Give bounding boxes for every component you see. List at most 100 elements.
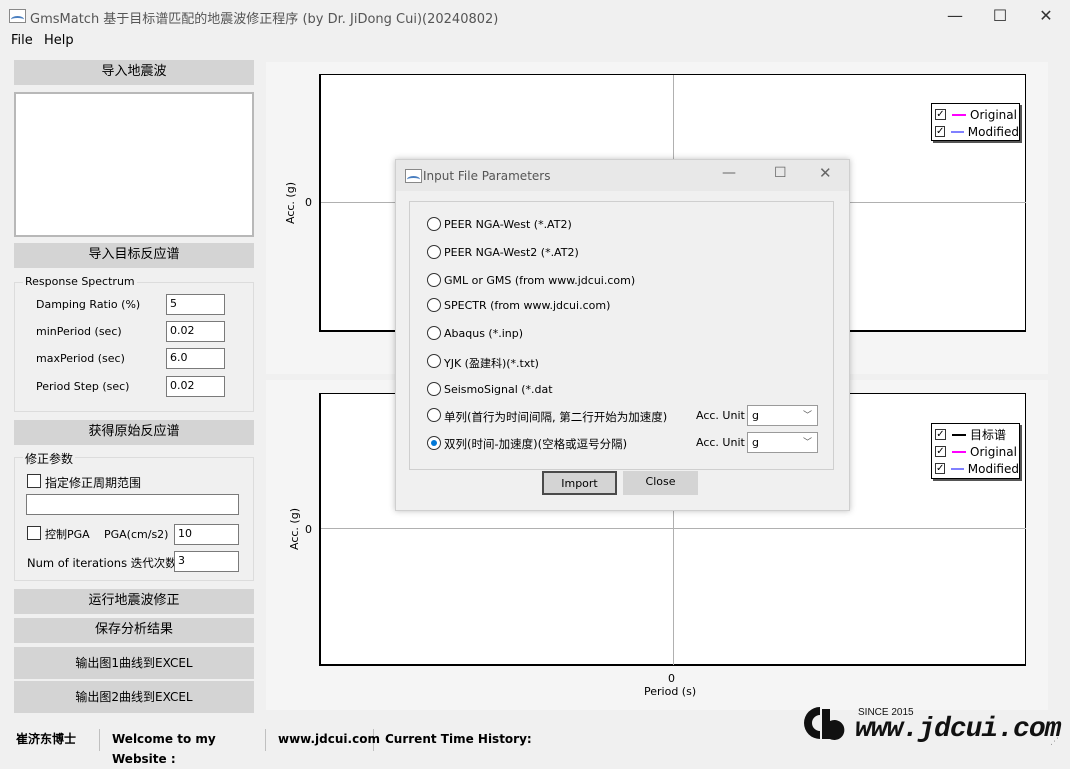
legend-checkbox[interactable]: ✓ — [935, 109, 946, 120]
period-step-label: Period Step (sec) — [36, 380, 130, 393]
acc-unit-value-2: g — [752, 436, 759, 449]
close-dialog-button[interactable]: Close — [623, 471, 698, 495]
minimize-button[interactable]: — — [932, 0, 978, 32]
chart2-ytick: 0 — [305, 523, 312, 536]
option-label: SPECTR (from www.jdcui.com) — [444, 299, 611, 312]
watermark-site: www.jdcui.com — [855, 714, 1061, 745]
legend-swatch — [952, 113, 966, 116]
close-button[interactable]: ✕ — [1023, 0, 1069, 32]
legend-item-target[interactable]: ✓ 目标谱 — [932, 426, 1019, 443]
option-label: 单列(首行为时间间隔, 第二行开始为加速度) — [444, 410, 668, 424]
min-period-label: minPeriod (sec) — [36, 325, 122, 338]
get-original-spectrum-button[interactable]: 获得原始反应谱 — [14, 420, 254, 445]
control-pga-label: 控制PGA — [45, 528, 90, 541]
radio-spectr[interactable] — [427, 298, 441, 312]
window-title: GmsMatch 基于目标谱匹配的地震波修正程序 (by Dr. JiDong … — [30, 12, 499, 27]
dialog-close-icon[interactable]: ✕ — [819, 164, 832, 182]
pga-input[interactable]: 10 — [174, 524, 239, 545]
legend-label: Modified — [967, 124, 1019, 139]
legend-item-original[interactable]: ✓ Original — [932, 443, 1019, 460]
dialog-maximize-button[interactable]: ☐ — [774, 165, 787, 181]
export-chart2-button[interactable]: 输出图2曲线到EXCEL — [14, 681, 254, 713]
specify-range-checkbox[interactable] — [27, 474, 41, 488]
min-period-input[interactable]: 0.02 — [166, 321, 225, 342]
legend-checkbox[interactable]: ✓ — [935, 126, 946, 137]
option-label: YJK (盈建科)(*.txt) — [444, 357, 539, 370]
acc-unit-value-1: g — [752, 409, 759, 422]
iterations-input[interactable]: 3 — [174, 551, 239, 572]
radio-seismosignal[interactable] — [427, 382, 441, 396]
radio-yjk[interactable] — [427, 354, 441, 368]
option-label: 双列(时间-加速度)(空格或逗号分隔) — [444, 437, 628, 451]
legend-checkbox[interactable]: ✓ — [935, 446, 946, 457]
acc-unit-select-2[interactable]: g ﹀ — [747, 432, 818, 453]
radio-abaqus[interactable] — [427, 326, 441, 340]
chart2-xlabel: Period (s) — [644, 685, 697, 698]
acc-unit-label-1: Acc. Unit — [696, 409, 745, 422]
chevron-down-icon: ﹀ — [802, 411, 812, 421]
wave-file-list[interactable] — [14, 92, 254, 237]
damping-input[interactable]: 5 — [166, 294, 225, 315]
run-correction-button[interactable]: 运行地震波修正 — [14, 589, 254, 614]
option-label: PEER NGA-West2 (*.AT2) — [444, 246, 579, 259]
menu-file[interactable]: File — [11, 33, 33, 48]
radio-two-column[interactable] — [427, 436, 441, 450]
legend-swatch — [952, 433, 966, 436]
maximize-button[interactable]: ☐ — [977, 0, 1023, 32]
save-results-button[interactable]: 保存分析结果 — [14, 618, 254, 643]
response-spectrum-title: Response Spectrum — [23, 275, 137, 288]
max-period-label: maxPeriod (sec) — [36, 352, 125, 365]
chart2-xtick: 0 — [668, 672, 675, 685]
modify-params-title: 修正参数 — [23, 450, 76, 467]
legend-item-original[interactable]: ✓ Original — [932, 106, 1019, 123]
chart1-ylabel: Acc. (g) — [284, 182, 297, 224]
legend-swatch — [951, 467, 964, 470]
legend-swatch — [951, 130, 964, 133]
input-file-dialog: Input File Parameters — ☐ ✕ PEER NGA-Wes… — [395, 159, 850, 511]
import-button[interactable]: Import — [542, 471, 617, 495]
radio-peer-nga-west2[interactable] — [427, 245, 441, 259]
title-bar: GmsMatch 基于目标谱匹配的地震波修正程序 (by Dr. JiDong … — [0, 0, 1070, 32]
status-welcome: Welcome to my Website : — [102, 729, 266, 766]
import-wave-button[interactable]: 导入地震波 — [14, 60, 254, 85]
menu-help[interactable]: Help — [44, 33, 74, 48]
radio-gml-gms[interactable] — [427, 273, 441, 287]
acc-unit-select-1[interactable]: g ﹀ — [747, 405, 818, 426]
resize-grip-icon[interactable]: ⋰ — [1050, 737, 1059, 747]
status-history: Current Time History: — [385, 732, 532, 746]
radio-peer-nga-west[interactable] — [427, 217, 441, 231]
legend-checkbox[interactable]: ✓ — [935, 429, 946, 440]
legend-label: Original — [970, 444, 1017, 459]
chart1-ytick: 0 — [305, 196, 312, 209]
radio-single-column[interactable] — [427, 408, 441, 422]
period-range-input[interactable] — [26, 494, 239, 515]
legend-checkbox[interactable]: ✓ — [935, 463, 946, 474]
chevron-down-icon: ﹀ — [802, 438, 812, 448]
legend-label: 目标谱 — [970, 428, 1007, 442]
specify-range-label: 指定修正周期范围 — [45, 476, 142, 490]
legend-item-modified[interactable]: ✓ Modified — [932, 123, 1019, 140]
import-target-button[interactable]: 导入目标反应谱 — [14, 243, 254, 268]
max-period-input[interactable]: 6.0 — [166, 348, 225, 369]
dialog-title: Input File Parameters — [423, 169, 551, 183]
dialog-app-icon — [405, 169, 422, 183]
status-site[interactable]: www.jdcui.com — [268, 729, 380, 751]
period-step-input[interactable]: 0.02 — [166, 376, 225, 397]
legend-label: Original — [970, 107, 1017, 122]
iterations-label: Num of iterations 迭代次数 — [27, 556, 177, 570]
legend-swatch — [952, 450, 966, 453]
jdcui-logo — [798, 703, 854, 743]
dialog-minimize-button[interactable]: — — [722, 165, 736, 181]
app-icon — [9, 9, 26, 23]
legend-label: Modified — [967, 461, 1019, 476]
pga-label: PGA(cm/s2) — [104, 528, 169, 541]
option-label: Abaqus (*.inp) — [444, 327, 524, 340]
export-chart1-button[interactable]: 输出图1曲线到EXCEL — [14, 647, 254, 679]
control-pga-checkbox[interactable] — [27, 526, 41, 540]
acc-unit-label-2: Acc. Unit — [696, 436, 745, 449]
dialog-title-bar: Input File Parameters — ☐ ✕ — [396, 160, 849, 191]
chart2-legend: ✓ 目标谱 ✓ Original ✓ Modified — [931, 423, 1020, 479]
status-author: 崔济东博士 — [6, 729, 100, 751]
damping-label: Damping Ratio (%) — [36, 298, 141, 311]
legend-item-modified[interactable]: ✓ Modified — [932, 460, 1019, 477]
